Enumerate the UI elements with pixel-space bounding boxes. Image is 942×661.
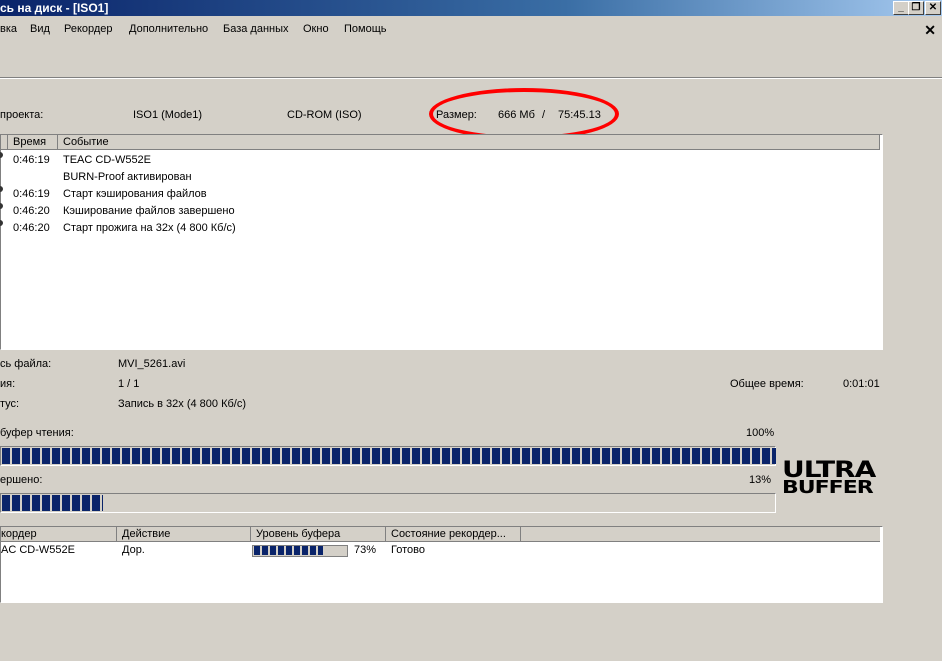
restore-icon[interactable]: ❐ (908, 1, 924, 15)
done-progress-fill (2, 495, 103, 511)
log-col-status[interactable] (1, 135, 8, 150)
event-log[interactable]: Время Событие 0:46:19 TEAC CD-W552E BURN-P… (0, 134, 883, 350)
rec-col-action[interactable]: Действие (117, 527, 251, 542)
rec-col-filler (521, 527, 880, 542)
log-col-event[interactable]: Событие (58, 135, 880, 150)
status-dot-icon (0, 186, 3, 192)
copy-label: ия: (0, 378, 16, 390)
done-percent: 13% (749, 474, 772, 486)
divider (0, 77, 942, 79)
log-row[interactable]: 0:46:20 Кэширование файлов завершено (0, 203, 880, 220)
log-event: Старт кэширования файлов (63, 188, 207, 200)
log-row[interactable]: 0:46:19 TEAC CD-W552E (0, 152, 880, 169)
log-time: 0:46:20 (13, 205, 50, 217)
log-event: TEAC CD-W552E (63, 154, 152, 166)
recorder-buffer-bar (252, 545, 348, 557)
logo-line2: BUFFER (782, 478, 874, 498)
total-time-label: Общее время: (730, 378, 804, 390)
menu-item-recorder[interactable]: Рекордер (64, 23, 113, 35)
project-label: проекта: (0, 109, 44, 121)
total-time-value: 0:01:01 (843, 378, 880, 390)
recorder-state: Готово (391, 544, 425, 556)
log-row[interactable]: 0:46:19 Старт кэширования файлов (0, 186, 880, 203)
log-time: 0:46:19 (13, 154, 50, 166)
status-dot-icon (0, 203, 3, 209)
log-row[interactable]: 0:46:20 Старт прожига на 32x (4 800 Кб/с) (0, 220, 880, 237)
state-value: Запись в 32x (4 800 Кб/с) (118, 398, 247, 410)
menu-item-edit[interactable]: вка (0, 23, 17, 35)
recorder-buffer-text: 73% (354, 544, 377, 556)
menu-item-extras[interactable]: Дополнительно (129, 23, 208, 35)
done-progress-bar (0, 493, 776, 513)
rec-col-state[interactable]: Состояние рекордер... (386, 527, 521, 542)
menu-bar: вка Вид Рекордер Дополнительно База данн… (0, 20, 942, 40)
buffer-progress-fill (2, 448, 776, 464)
status-dot-icon (0, 152, 3, 158)
minimize-icon[interactable]: _ (893, 1, 909, 15)
project-type: CD-ROM (ISO) (287, 109, 362, 121)
recorder-buffer-fill (254, 546, 323, 555)
menu-item-help[interactable]: Помощь (344, 23, 387, 35)
log-event: BURN-Proof активирован (63, 171, 192, 183)
log-time: 0:46:20 (13, 222, 50, 234)
log-time: 0:46:19 (13, 188, 50, 200)
buffer-label: буфер чтения: (0, 427, 74, 439)
recorder-name: AC CD-W552E (1, 544, 75, 556)
menu-item-window[interactable]: Окно (303, 23, 329, 35)
recorder-list[interactable]: кордер Действие Уровень буфера Состояние… (0, 526, 883, 603)
rec-col-buffer[interactable]: Уровень буфера (251, 527, 386, 542)
menu-item-view[interactable]: Вид (30, 23, 50, 35)
log-event: Старт прожига на 32x (4 800 Кб/с) (63, 222, 236, 234)
log-event: Кэширование файлов завершено (63, 205, 235, 217)
project-name: ISO1 (Mode1) (133, 109, 203, 121)
file-value: MVI_5261.avi (118, 358, 186, 370)
rec-col-recorder[interactable]: кордер (1, 527, 117, 542)
window-title: сь на диск - [ISO1] (0, 1, 109, 15)
menu-item-database[interactable]: База данных (223, 23, 289, 35)
buffer-progress-bar (0, 446, 776, 466)
buffer-percent: 100% (746, 427, 775, 439)
recorder-row[interactable]: AC CD-W552E Дор. 73% Готово (1, 542, 880, 559)
title-bar: сь на диск - [ISO1] _ ❐ ✕ (0, 0, 942, 16)
highlight-oval (429, 88, 619, 140)
state-label: тус: (0, 398, 20, 410)
log-col-time[interactable]: Время (8, 135, 58, 150)
ultrabuffer-logo: ULTRA BUFFER (782, 456, 882, 500)
copy-value: 1 / 1 (118, 378, 140, 390)
done-label: ершено: (0, 474, 43, 486)
file-label: сь файла: (0, 358, 52, 370)
status-dot-icon (0, 220, 3, 226)
close-icon[interactable]: ✕ (925, 1, 941, 15)
recorder-action: Дор. (122, 544, 145, 556)
log-row[interactable]: BURN-Proof активирован (1, 169, 880, 186)
mdi-close-icon[interactable]: ✕ (924, 22, 936, 39)
